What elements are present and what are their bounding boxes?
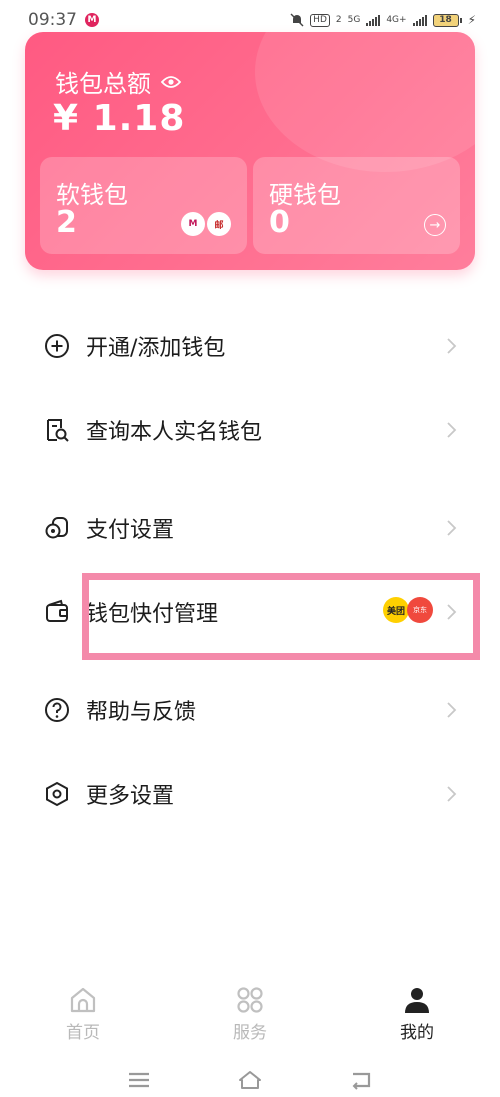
chevron-right-icon xyxy=(447,702,457,718)
nav-service[interactable]: 服务 xyxy=(200,985,300,1043)
battery-level: 18 xyxy=(432,13,459,27)
menu-item-query-wallet[interactable]: 查询本人实名钱包 xyxy=(0,400,500,460)
eye-icon[interactable] xyxy=(161,75,181,89)
user-icon xyxy=(405,988,429,1013)
signal-icon xyxy=(366,14,381,26)
menu-item-payment-settings[interactable]: 支付设置 xyxy=(0,498,500,558)
wallet-total-amount: ¥ 1.18 xyxy=(53,98,186,139)
hard-wallet-count: 0 xyxy=(269,205,290,240)
bottom-navigation: 首页 服务 我的 xyxy=(0,985,500,1055)
menu-label-add-wallet: 开通/添加钱包 xyxy=(86,336,226,361)
hex-settings-icon xyxy=(46,781,68,807)
chevron-right-icon xyxy=(447,338,457,354)
bank-icons: M 邮 xyxy=(181,212,231,236)
nav-home-label: 首页 xyxy=(66,1023,100,1043)
wallet-total-title: 钱包总额 xyxy=(55,70,151,98)
chevron-right-icon xyxy=(447,786,457,802)
nav-home[interactable]: 首页 xyxy=(33,985,133,1043)
menu-icon[interactable] xyxy=(127,1070,151,1090)
status-time: 09:37 xyxy=(28,10,77,30)
status-right: HD 2 5G 4G+ 18 ⚡ xyxy=(290,13,476,27)
postal-bank-icon: 邮 xyxy=(207,212,231,236)
nav-service-label: 服务 xyxy=(233,1023,267,1043)
menu-item-add-wallet[interactable]: 开通/添加钱包 xyxy=(0,316,500,376)
menu-label-more-settings: 更多设置 xyxy=(86,784,175,809)
system-navigation-bar xyxy=(0,1060,500,1097)
menu-label-help: 帮助与反馈 xyxy=(86,700,197,725)
battery-icon: 18 xyxy=(432,13,462,27)
charging-icon: ⚡ xyxy=(467,13,476,27)
cmb-bank-icon: M xyxy=(181,212,205,236)
status-left: 09:37 M xyxy=(28,10,99,30)
menu-label-query-wallet: 查询本人实名钱包 xyxy=(86,420,263,445)
nav-mine[interactable]: 我的 xyxy=(367,985,467,1043)
back-icon[interactable] xyxy=(349,1070,373,1090)
menu-label-payment-settings: 支付设置 xyxy=(86,518,175,543)
highlight-overlay xyxy=(82,573,480,660)
grid-icon xyxy=(237,987,263,1013)
home-icon xyxy=(70,987,96,1013)
chevron-right-icon xyxy=(447,422,457,438)
app-notification-icon: M xyxy=(85,13,99,27)
wallet-icon xyxy=(46,599,68,622)
home-button-icon[interactable] xyxy=(238,1070,262,1090)
wallet-summary-card[interactable]: 钱包总额 ¥ 1.18 软钱包 2 M 邮 硬钱包 0 → xyxy=(25,32,475,270)
arrow-right-circle-icon[interactable]: → xyxy=(424,214,446,236)
menu-item-help[interactable]: 帮助与反馈 xyxy=(0,680,500,740)
help-icon xyxy=(45,698,69,722)
soft-wallet-card[interactable]: 软钱包 2 M 邮 xyxy=(40,157,247,254)
sim-slot-label: 2 xyxy=(335,14,342,25)
mute-bell-icon xyxy=(290,13,304,27)
menu-item-more-settings[interactable]: 更多设置 xyxy=(0,764,500,824)
network-4g-label: 4G+ xyxy=(386,14,407,25)
nav-mine-label: 我的 xyxy=(400,1023,434,1043)
hard-wallet-card[interactable]: 硬钱包 0 → xyxy=(253,157,460,254)
soft-wallet-count: 2 xyxy=(56,205,77,240)
signal-icon-2 xyxy=(412,14,427,26)
chevron-right-icon xyxy=(447,520,457,536)
search-document-icon xyxy=(47,419,69,442)
network-5g-label: 5G xyxy=(347,14,361,25)
wallet-total-header: 钱包总额 xyxy=(55,64,181,99)
payment-settings-icon xyxy=(45,517,68,539)
plus-circle-icon xyxy=(45,334,69,358)
hd-badge: HD xyxy=(310,13,330,27)
